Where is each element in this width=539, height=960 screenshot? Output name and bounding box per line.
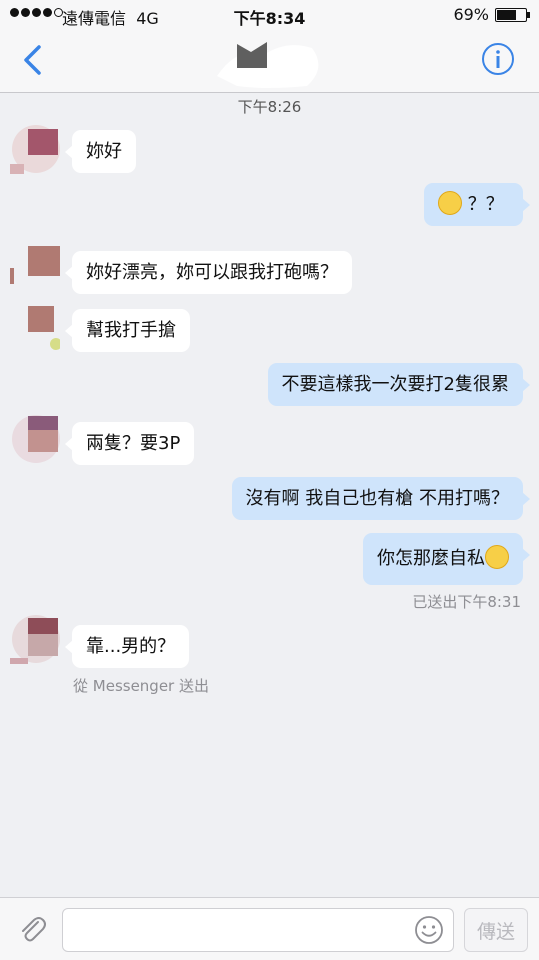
info-icon[interactable] <box>481 42 515 76</box>
message-input[interactable] <box>62 908 454 952</box>
sender-avatar[interactable] <box>10 614 60 664</box>
sender-avatar[interactable] <box>10 246 60 296</box>
sender-avatar[interactable] <box>10 304 60 354</box>
incoming-message[interactable]: 妳好 <box>65 130 136 173</box>
back-button[interactable] <box>18 42 48 78</box>
outgoing-message[interactable]: ？？ <box>424 183 530 226</box>
incoming-message[interactable]: 靠...男的？ <box>64 625 190 668</box>
sender-avatar[interactable] <box>10 414 60 464</box>
sent-status: 已送出下午8:31 <box>412 593 521 611</box>
sender-avatar[interactable] <box>10 124 60 174</box>
time-separator: 下午8:26 <box>0 96 539 117</box>
outgoing-message[interactable]: 沒有啊 我自己也有槍 不用打嗎？ <box>231 477 531 520</box>
battery-icon <box>495 8 527 22</box>
via-messenger-label: 從 Messenger 送出 <box>73 677 209 695</box>
contact-avatar[interactable] <box>217 38 323 88</box>
composer-bar: 傳送 <box>0 897 539 960</box>
outgoing-message[interactable]: 不要這樣我一次要打2隻很累 <box>267 363 531 406</box>
unamused-face-emoji <box>485 545 509 569</box>
status-bar: 遠傳電信 4G 下午8:34 69% <box>0 0 539 30</box>
chat-header <box>0 30 539 93</box>
send-button[interactable]: 傳送 <box>464 908 528 952</box>
outgoing-message[interactable]: 你怎那麼自私 <box>363 533 530 585</box>
battery-percent: 69% <box>453 5 489 24</box>
incoming-message[interactable]: 妳好漂亮，妳可以跟我打砲嗎？ <box>65 251 352 294</box>
incoming-message[interactable]: 兩隻？要3P <box>64 422 195 465</box>
paperclip-icon[interactable] <box>16 913 48 945</box>
flushed-face-emoji <box>438 191 462 215</box>
smiley-icon[interactable] <box>414 915 444 945</box>
incoming-message[interactable]: 幫我打手搶 <box>65 309 190 352</box>
